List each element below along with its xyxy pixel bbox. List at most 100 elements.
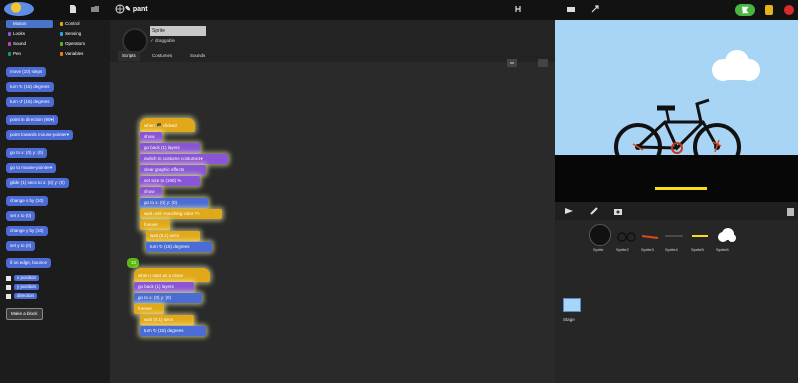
draggable-checkbox[interactable]: ✓ draggable — [150, 38, 175, 44]
pencil-icon: ✎ — [125, 6, 133, 13]
sprite-label-1: Sprite — [593, 247, 604, 252]
turn-degrees-block[interactable]: turn ↻ (15) degrees — [146, 242, 212, 252]
scratch-editor: ✎ pant Motion Control Looks Sensing Soun… — [0, 0, 798, 383]
category-variables[interactable]: Variables — [58, 50, 105, 58]
switch-costume-block[interactable]: switch to costume costume1▾ — [140, 154, 228, 164]
block-turn-left[interactable]: turn ↺ (15) degrees — [6, 97, 54, 107]
fullscreen-icon[interactable] — [590, 4, 600, 14]
block-move-steps[interactable]: move (10) steps — [6, 67, 47, 77]
turbo-icon[interactable] — [513, 4, 523, 14]
sprite-library-toolbar — [555, 202, 798, 220]
pen-color-icon — [8, 52, 11, 56]
folder-icon[interactable] — [90, 4, 100, 14]
scratch-logo[interactable] — [4, 2, 34, 16]
trash-icon[interactable] — [786, 206, 795, 216]
sprite-name-input[interactable]: Sprite — [150, 26, 206, 36]
block-palette: Motion Control Looks Sensing Sound Opera… — [0, 20, 110, 383]
green-flag-button[interactable] — [735, 4, 755, 16]
category-motion[interactable]: Motion — [6, 20, 53, 28]
file-icon[interactable] — [68, 4, 78, 14]
sprite-thumb-2[interactable] — [615, 224, 637, 246]
sprite-label-4: Sprite4 — [665, 247, 678, 252]
project-title-input[interactable]: ✎ pant — [125, 4, 325, 16]
block-go-to[interactable]: go to mouse-pointer▾ — [6, 163, 57, 173]
sprite-label-2: Sprite2 — [616, 247, 629, 252]
tab-sounds[interactable]: Sounds — [186, 51, 209, 61]
reporter-direction[interactable]: direction — [6, 293, 38, 299]
block-glide[interactable]: glide (1) secs to x: (0) y: (0) — [6, 178, 69, 188]
category-sensing[interactable]: Sensing — [58, 30, 105, 38]
when-flag-clicked-block[interactable]: when 🏴 clicked — [140, 118, 195, 132]
sensing-color-icon — [60, 32, 63, 36]
control-color-icon — [60, 22, 63, 26]
block-change-y[interactable]: change y by (10) — [6, 226, 48, 236]
yellow-line-sprite[interactable] — [655, 187, 707, 190]
camera-icon[interactable] — [613, 206, 623, 216]
sprite-label-5: Sprite5 — [691, 247, 704, 252]
tab-scripts[interactable]: Scripts — [118, 51, 140, 61]
ground — [555, 155, 798, 202]
go-to-xy-block[interactable]: go to x: (0) y: (0) — [140, 198, 208, 208]
block-point-direction[interactable]: point in direction (90▾) — [6, 115, 59, 125]
show-block[interactable]: show — [140, 132, 162, 142]
sprite-thumb-4[interactable] — [663, 224, 685, 246]
turn-degrees-block-2[interactable]: turn ↻ (15) degrees — [140, 326, 206, 336]
cloud-sprite[interactable] — [707, 48, 763, 84]
operators-color-icon — [60, 42, 63, 46]
block-go-to-xy[interactable]: go to x: (0) y: (0) — [6, 148, 48, 158]
wait-secs-block-2[interactable]: wait (0.1) secs — [140, 315, 194, 325]
block-point-towards[interactable]: point towards mouse-pointer▾ — [6, 130, 74, 140]
undo-icon[interactable] — [507, 59, 517, 67]
stage-thumbnail[interactable] — [563, 298, 581, 312]
stage[interactable] — [555, 20, 798, 202]
block-turn-right[interactable]: turn ↻ (15) degrees — [6, 82, 54, 92]
stage-label: Stage — [563, 317, 575, 322]
block-set-y[interactable]: set y to (0) — [6, 241, 36, 251]
forever-block[interactable]: forever — [140, 220, 170, 230]
sprite-thumb-6[interactable] — [715, 224, 737, 246]
block-set-x[interactable]: set x to (0) — [6, 211, 36, 221]
sprite-label-3: Sprite3 — [641, 247, 654, 252]
pause-button[interactable] — [765, 5, 773, 15]
paint-new-sprite-icon[interactable] — [564, 207, 574, 215]
make-a-block-button[interactable]: Make a block — [6, 308, 43, 320]
scripts-area[interactable]: when 🏴 clicked show go back (1) layers s… — [110, 59, 555, 383]
category-operators[interactable]: Operators — [58, 40, 105, 48]
small-stage-icon[interactable] — [566, 4, 576, 14]
wait-secs-block[interactable]: wait (0.1) secs — [146, 231, 200, 241]
show-block-2[interactable]: show — [140, 187, 162, 197]
globe-icon[interactable] — [115, 4, 125, 14]
paintbrush-icon[interactable] — [589, 206, 599, 216]
looks-color-icon — [8, 32, 11, 36]
clean-up-icon[interactable] — [538, 59, 548, 67]
sprite-thumb-1[interactable] — [589, 224, 611, 246]
forever-block-2[interactable]: forever — [134, 304, 164, 314]
category-control[interactable]: Control — [58, 20, 105, 28]
sprite-label-6: Sprite6 — [716, 247, 729, 252]
count-bubble[interactable]: 10 — [127, 258, 139, 268]
wait-until-block[interactable]: wait until <touching color ?> — [140, 209, 222, 219]
category-sound[interactable]: Sound — [6, 40, 53, 48]
block-change-x[interactable]: change x by (10) — [6, 196, 48, 206]
go-to-xy-block-2[interactable]: go to x: (0) y: (0) — [134, 293, 202, 303]
clear-graphic-effects-block[interactable]: clear graphic effects — [140, 165, 206, 175]
sprite-thumb-3[interactable] — [639, 224, 661, 246]
sprite-library: Sprite Sprite2 Sprite3 Sprite4 Sprite5 S… — [555, 220, 798, 383]
reporter-y-position[interactable]: y position — [6, 284, 40, 290]
sprite-thumb-5[interactable] — [689, 224, 711, 246]
set-size-block[interactable]: set size to (100) % — [140, 176, 200, 186]
go-back-layers-block[interactable]: go back (1) layers — [140, 143, 200, 153]
category-pen[interactable]: Pen — [6, 50, 53, 58]
when-start-as-clone-block[interactable]: when I start as a clone — [134, 268, 210, 282]
block-bounce[interactable]: if on edge, bounce — [6, 258, 52, 268]
checkbox[interactable] — [6, 284, 11, 290]
go-back-layers-block-2[interactable]: go back (1) layers — [134, 282, 194, 292]
category-looks[interactable]: Looks — [6, 30, 53, 38]
reporter-x-position[interactable]: x position — [6, 275, 40, 281]
category-list: Motion Control Looks Sensing Sound Opera… — [6, 20, 106, 62]
checkbox[interactable] — [6, 275, 11, 281]
project-title[interactable]: pant — [133, 6, 148, 13]
stop-button[interactable] — [784, 5, 794, 15]
checkbox[interactable] — [6, 293, 11, 299]
tab-costumes[interactable]: Costumes — [148, 51, 176, 61]
